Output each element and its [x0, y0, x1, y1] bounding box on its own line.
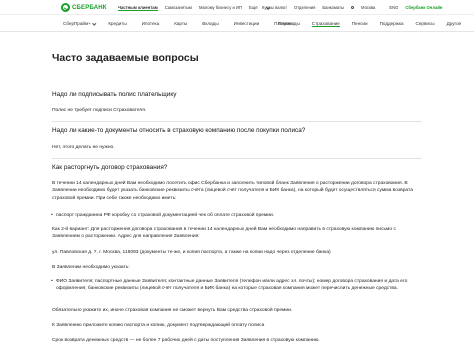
chevron-down-icon	[92, 20, 96, 25]
logo-text: СБЕРБАНК	[72, 4, 107, 11]
segment-tabs: Частным клиентам Самозанятым Малому бизн…	[118, 4, 283, 11]
faq-answer-3-para-3: В Заявлении необходимо указать:	[52, 265, 130, 270]
utility-links: Курсы валют Отделения Банкоматы Москва E…	[262, 5, 449, 10]
sberbank-logo[interactable]: СБЕРБАНК	[61, 3, 107, 12]
nav-services[interactable]: Сервисы	[416, 21, 435, 27]
faq-answer-3-para-2: Как 2-й вариант: Для расторжения договор…	[52, 227, 396, 240]
faq-answer-3-address: ул. Павловская д. 7, г. Москва, 115093 (…	[52, 250, 331, 255]
tab-small-business[interactable]: Малому бизнесу и ИП	[199, 5, 242, 11]
nav-transfers[interactable]: Переводы	[278, 21, 300, 27]
faq-question-3[interactable]: Как расторгнуть договор страхования?	[52, 164, 167, 171]
faq-answer-2: Нет, этого делать не нужно.	[52, 145, 115, 150]
nav-cards[interactable]: Карты	[174, 21, 187, 26]
tab-self-employed[interactable]: Самозанятым	[165, 5, 192, 11]
list-item: ФИО Заявителя; паспортные данные Заявите…	[51, 278, 418, 293]
nav-deposits[interactable]: Вклады	[202, 21, 218, 26]
divider	[52, 158, 422, 159]
faq-answer-3-para-4: Обязательно укажите их, иначе страховая …	[52, 308, 293, 313]
language-switch[interactable]: ENG	[389, 5, 398, 10]
divider	[52, 121, 422, 122]
faq-question-1[interactable]: Надо ли подписывать полис плательщику	[52, 91, 176, 98]
tab-private-clients[interactable]: Частным клиентам	[118, 5, 158, 11]
nav-support[interactable]: Поддержка	[380, 21, 404, 27]
nav-credits[interactable]: Кредиты	[108, 21, 126, 26]
link-branches[interactable]: Отделения	[294, 5, 315, 10]
nav-mortgage[interactable]: Ипотека	[142, 21, 160, 26]
region-selector[interactable]: Москва	[351, 5, 382, 10]
faq-answer-3-para-5: К Заявлению приложите копию паспорта и к…	[52, 323, 265, 328]
top-bar: СБЕРБАНК Частным клиентам Самозанятым Ма…	[0, 0, 474, 15]
faq-answer-1: Полис не требует подписи Страхователя.	[52, 108, 147, 113]
region-label: Москва	[361, 5, 376, 10]
faq-question-2[interactable]: Надо ли какие-то документы относить в ст…	[52, 127, 305, 134]
nav-pensions[interactable]: Пенсии	[352, 21, 368, 27]
link-exchange-rates[interactable]: Курсы валют	[262, 5, 287, 10]
tab-more-label: Ещё	[248, 5, 258, 10]
faq-answer-3-para-6: Срок возврата денежных средств — не боле…	[52, 338, 320, 343]
nav-sberprime[interactable]: СберПрайм+	[63, 20, 96, 26]
nav-insurance[interactable]: Страхование	[311, 21, 340, 27]
nav-sberprime-label: СберПрайм+	[63, 21, 91, 26]
sberbank-online-link[interactable]: Сбербанк Онлайн	[405, 5, 442, 10]
link-atms[interactable]: Банкоматы	[322, 5, 344, 10]
nav-investments[interactable]: Инвестиции	[234, 21, 260, 26]
sber-logo-icon	[61, 3, 70, 12]
nav-other-label: Другое	[446, 21, 462, 26]
nav-other[interactable]: Другое	[447, 21, 474, 27]
list-item: паспорт гражданина РФ коробку со страхов…	[51, 212, 418, 220]
location-icon	[351, 6, 355, 10]
main-nav: СберПрайм+ Кредиты Ипотека Карты Вклады …	[0, 16, 474, 32]
faq-answer-3-para-1: В течении 14 календарных дней Вам необхо…	[52, 181, 413, 201]
page-title: Часто задаваемые вопросы	[52, 52, 199, 64]
